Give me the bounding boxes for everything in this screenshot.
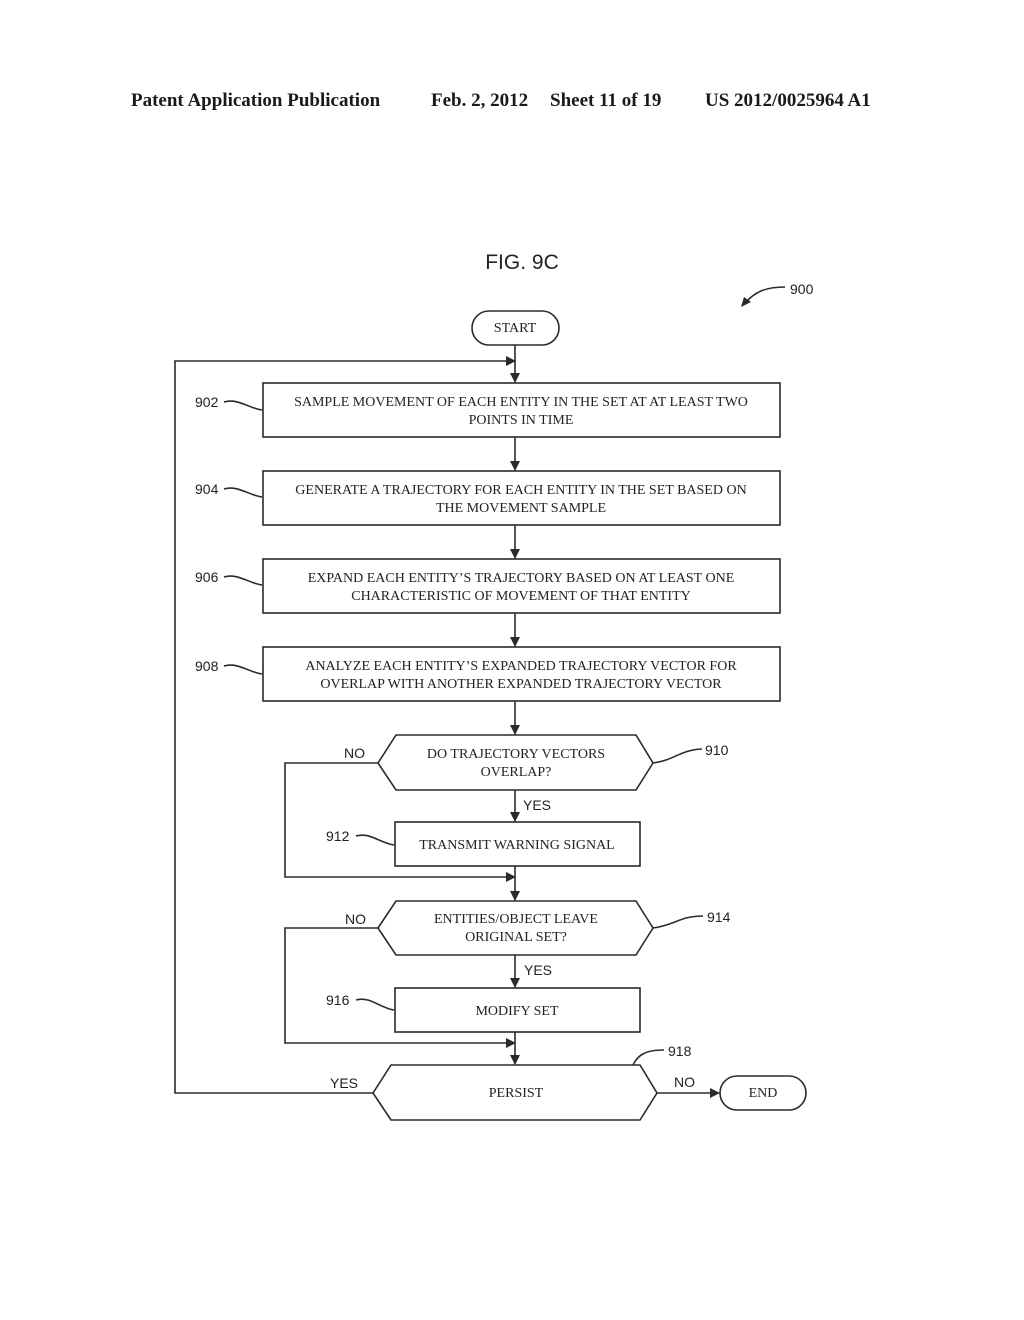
flowchart: FIG. 9C 900 START SAMPLE MOVEMENT OF EAC… [174, 251, 814, 1121]
ref-910: 910 [705, 742, 729, 758]
step-902-line2: POINTS IN TIME [469, 413, 574, 428]
ref-906-leader [223, 575, 263, 586]
step-906-line1: EXPAND EACH ENTITY’S TRAJECTORY BASED ON… [308, 571, 735, 586]
decision-914-line2: ORIGINAL SET? [465, 930, 567, 945]
figure-title: FIG. 9C [485, 251, 559, 274]
step-912-text: TRANSMIT WARNING SIGNAL [419, 838, 615, 853]
ref-902: 902 [195, 394, 219, 410]
ref-918: 918 [668, 1043, 692, 1059]
decision-914-yes-label: YES [524, 962, 552, 978]
step-908: ANALYZE EACH ENTITY’S EXPANDED TRAJECTOR… [262, 646, 781, 702]
end-terminal: END [719, 1075, 807, 1111]
ref-910-leader [652, 748, 703, 764]
decision-914: ENTITIES/OBJECT LEAVE ORIGINAL SET? [377, 900, 654, 956]
ref-912-leader [355, 834, 395, 846]
ref-900-leader [744, 286, 786, 304]
ref-908: 908 [195, 658, 219, 674]
decision-910-no-label: NO [344, 745, 365, 761]
ref-902-leader [223, 400, 263, 411]
step-916: MODIFY SET [394, 987, 641, 1033]
step-906-line2: CHARACTERISTIC OF MOVEMENT OF THAT ENTIT… [351, 589, 691, 604]
ref-908-leader [223, 664, 263, 675]
ref-904-leader [223, 487, 263, 498]
start-terminal: START [471, 310, 560, 346]
decision-918: PERSIST [372, 1064, 658, 1121]
decision-910: DO TRAJECTORY VECTORS OVERLAP? [377, 734, 654, 791]
decision-910-yes-label: YES [523, 797, 551, 813]
decision-910-line1: DO TRAJECTORY VECTORS [427, 747, 605, 762]
step-904: GENERATE A TRAJECTORY FOR EACH ENTITY IN… [262, 470, 781, 526]
decision-918-text: PERSIST [489, 1086, 544, 1101]
decision-918-no-label: NO [674, 1074, 695, 1090]
decision-914-line1: ENTITIES/OBJECT LEAVE [434, 912, 598, 927]
figure-ref-900: 900 [790, 281, 814, 297]
step-904-line2: THE MOVEMENT SAMPLE [436, 501, 606, 516]
end-label: END [749, 1086, 778, 1101]
decision-918-yes-label: YES [330, 1075, 358, 1091]
ref-916-leader [355, 998, 395, 1011]
step-906: EXPAND EACH ENTITY’S TRAJECTORY BASED ON… [262, 558, 781, 614]
decision-910-line2: OVERLAP? [481, 765, 552, 780]
start-label: START [494, 321, 537, 336]
ref-914: 914 [707, 909, 731, 925]
step-916-text: MODIFY SET [475, 1004, 559, 1019]
ref-918-leader [632, 1049, 665, 1066]
ref-916: 916 [326, 992, 350, 1008]
ref-912: 912 [326, 828, 350, 844]
ref-914-leader [652, 915, 704, 929]
step-912: TRANSMIT WARNING SIGNAL [394, 821, 641, 867]
step-908-line1: ANALYZE EACH ENTITY’S EXPANDED TRAJECTOR… [305, 659, 737, 674]
step-904-line1: GENERATE A TRAJECTORY FOR EACH ENTITY IN… [295, 483, 746, 498]
ref-904: 904 [195, 481, 219, 497]
ref-906: 906 [195, 569, 219, 585]
step-908-line2: OVERLAP WITH ANOTHER EXPANDED TRAJECTORY… [320, 677, 722, 692]
step-902-line1: SAMPLE MOVEMENT OF EACH ENTITY IN THE SE… [294, 395, 748, 410]
step-902: SAMPLE MOVEMENT OF EACH ENTITY IN THE SE… [262, 382, 781, 438]
decision-914-no-label: NO [345, 911, 366, 927]
